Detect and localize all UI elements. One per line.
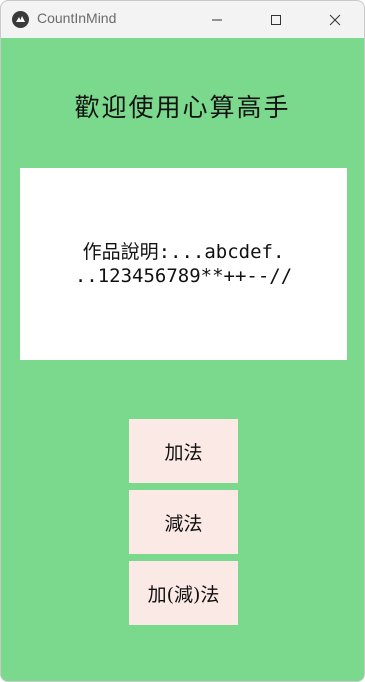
description-panel: 作品說明:...abcdef. ..123456789**++--// bbox=[20, 168, 347, 360]
window-title: CountInMind bbox=[37, 10, 117, 26]
addition-button[interactable]: 加法 bbox=[129, 419, 238, 483]
close-button[interactable] bbox=[312, 1, 358, 38]
description-line-1: 作品說明:...abcdef. bbox=[82, 241, 285, 263]
mixed-operation-button[interactable]: 加(減)法 bbox=[129, 561, 238, 625]
kivy-app-icon bbox=[12, 11, 29, 28]
title-bar[interactable]: CountInMind bbox=[1, 1, 364, 38]
minimize-button[interactable] bbox=[194, 1, 240, 38]
main-content: 歡迎使用心算高手 作品說明:...abcdef. ..123456789**++… bbox=[1, 38, 364, 681]
app-window: CountInMind 歡迎使用心算高手 作品說明:...abcdef. ..1… bbox=[0, 0, 365, 682]
maximize-icon bbox=[271, 14, 281, 25]
page-title: 歡迎使用心算高手 bbox=[74, 93, 291, 122]
description-text: 作品說明:...abcdef. ..123456789**++--// bbox=[20, 240, 347, 288]
close-icon bbox=[329, 14, 341, 25]
maximize-button[interactable] bbox=[253, 1, 299, 38]
minimize-icon bbox=[212, 19, 222, 20]
description-line-2: ..123456789**++--// bbox=[74, 265, 293, 287]
subtraction-button[interactable]: 減法 bbox=[129, 490, 238, 554]
